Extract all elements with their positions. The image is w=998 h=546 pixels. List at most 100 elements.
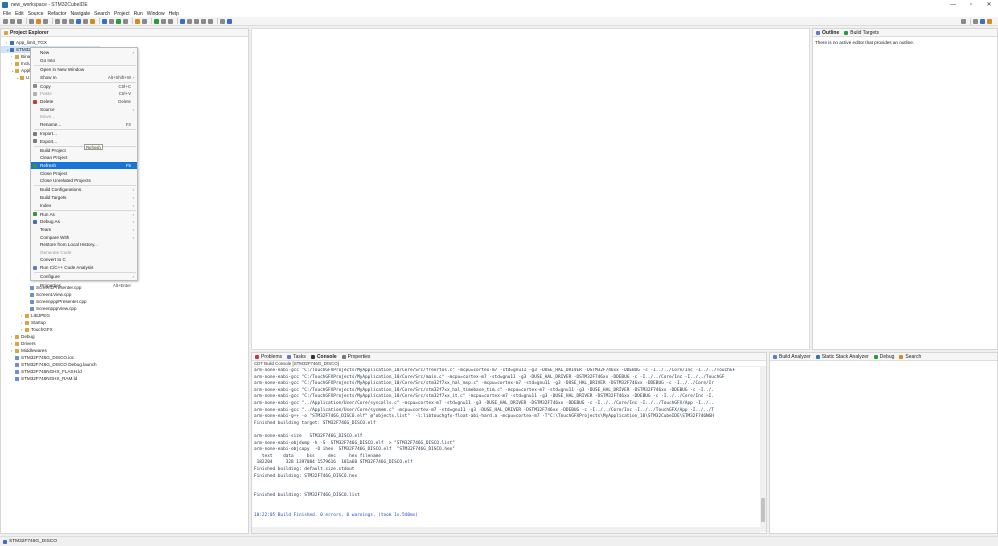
print-icon[interactable]	[43, 18, 48, 24]
perspective-icon[interactable]	[180, 18, 185, 24]
code-gen-icon[interactable]	[90, 18, 95, 24]
tree-item[interactable]: STM32F746NGHX_RAM.ld	[1, 375, 77, 382]
menu-item-team[interactable]: Team ›	[31, 226, 137, 234]
tab-search[interactable]: Search	[899, 354, 921, 360]
console-scroll-thumb[interactable]	[761, 498, 765, 522]
tree-item[interactable]: STM32F746G_DISCO Debug.launch	[1, 361, 97, 368]
close-window-button[interactable]: ✕	[980, 0, 998, 10]
back-icon[interactable]	[201, 18, 206, 24]
menu-help[interactable]: Help	[169, 11, 179, 17]
menu-item-build-configurations[interactable]: Build Configurations ›	[31, 186, 137, 194]
console-output[interactable]: arm-none-eabi-gcc "C:/TouchGFXProjects/M…	[254, 368, 762, 523]
tab-project-explorer[interactable]: Project Explorer	[4, 30, 49, 36]
tree-item[interactable]: › Startup	[1, 319, 46, 326]
tab-console[interactable]: Console	[310, 354, 337, 360]
tree-item[interactable]: › Drivers	[1, 340, 36, 347]
menu-file[interactable]: File	[3, 11, 11, 17]
device-config-icon[interactable]	[76, 18, 81, 24]
save-all-icon[interactable]	[17, 18, 22, 24]
tab-tasks[interactable]: Tasks	[287, 354, 306, 360]
tree-item[interactable]: › Inclu	[1, 60, 31, 67]
menu-item-close-project[interactable]: Close Project	[31, 169, 137, 177]
tab-static-stack-analyzer[interactable]: Static Stack Analyzer	[815, 354, 869, 360]
tab-build-targets[interactable]: Build Targets	[844, 30, 879, 36]
menu-window[interactable]: Window	[147, 11, 165, 17]
chip-icon[interactable]	[83, 18, 88, 24]
tree-item[interactable]: STM32F746NGHX_FLASH.ld	[1, 368, 82, 375]
menu-item-build-targets[interactable]: Build Targets ›	[31, 194, 137, 202]
menu-item-copy[interactable]: Copy Ctrl+C	[31, 83, 137, 91]
external-tools-icon[interactable]	[135, 18, 140, 24]
menu-navigate[interactable]: Navigate	[70, 11, 90, 17]
terminal-icon[interactable]	[220, 18, 225, 24]
menu-item-close-unrelated-projects[interactable]: Close Unrelated Projects	[31, 177, 137, 185]
menu-refactor[interactable]: Refactor	[48, 11, 67, 17]
tree-item[interactable]: › Middlewares	[1, 347, 47, 354]
run-dropdown-icon[interactable]	[123, 18, 128, 24]
tree-item[interactable]: ⌄ Appl	[1, 67, 30, 74]
minimize-button[interactable]: —	[944, 0, 962, 10]
menu-source[interactable]: Source	[28, 11, 44, 17]
hammer-icon[interactable]	[36, 18, 41, 24]
menu-item-import[interactable]: Import...	[31, 130, 137, 138]
menu-item-configure[interactable]: Configure ›	[31, 273, 137, 281]
tab-debug[interactable]: Debug	[873, 354, 894, 360]
console-horizontal-scrollbar[interactable]	[252, 527, 760, 533]
debug-dropdown-icon[interactable]	[109, 18, 114, 24]
menu-item-index[interactable]: Index ›	[31, 201, 137, 209]
tree-item[interactable]: › Debug	[1, 333, 35, 340]
tree-item[interactable]: › App_limit_TGX	[1, 39, 47, 46]
menu-item-properties[interactable]: Properties Alt+Enter	[31, 282, 137, 290]
tree-item[interactable]: ScreenpppPresenter.cpp	[1, 298, 87, 305]
tree-item[interactable]: › Bina	[1, 53, 30, 60]
menu-item-go-into[interactable]: Go Into	[31, 57, 137, 65]
menu-edit[interactable]: Edit	[15, 11, 24, 17]
menu-item-restore-from-local-history[interactable]: Restore from Local History...	[31, 241, 137, 249]
prev-edit-icon[interactable]	[187, 18, 192, 24]
menu-item-rename[interactable]: Rename... F2	[31, 121, 137, 129]
tab-build-analyzer[interactable]: Build Analyzer	[773, 354, 811, 360]
info-icon[interactable]	[227, 18, 232, 24]
search-tool-icon[interactable]	[142, 18, 147, 24]
tab-problems[interactable]: Problems	[255, 354, 282, 360]
menu-item-delete[interactable]: Delete Delete	[31, 98, 137, 106]
tab-properties[interactable]: Properties	[341, 354, 370, 360]
stop-icon[interactable]	[161, 18, 166, 24]
paste-icon[interactable]	[69, 18, 74, 24]
menu-item-compare-with[interactable]: Compare With ›	[31, 233, 137, 241]
perspective-cpp-icon[interactable]	[980, 19, 985, 24]
menu-item-new[interactable]: New ›	[31, 49, 137, 57]
debug-icon[interactable]	[102, 18, 107, 24]
menu-item-run-c-c-code-analysis[interactable]: Run C/C++ Code Analysis	[31, 264, 137, 272]
cut-icon[interactable]	[55, 18, 60, 24]
tab-outline[interactable]: Outline	[816, 30, 839, 36]
perspective-open-icon[interactable]	[973, 19, 978, 24]
tree-item[interactable]: › LIBJPEG	[1, 312, 50, 319]
tree-item[interactable]: ScreenpppView.cpp	[1, 305, 77, 312]
search-icon[interactable]	[961, 19, 966, 24]
perspective-debug-icon[interactable]	[987, 19, 992, 24]
save-icon[interactable]	[10, 18, 15, 24]
menu-item-show-in[interactable]: Show In Alt+Shift+W ›	[31, 73, 137, 81]
menu-item-convert-to-c[interactable]: Convert to C	[31, 256, 137, 264]
run-icon[interactable]	[116, 18, 121, 24]
build-icon[interactable]	[29, 18, 34, 24]
new-icon[interactable]	[3, 18, 8, 24]
menu-item-open-in-new-window[interactable]: Open in New Window	[31, 66, 137, 74]
tree-item[interactable]: ⌄ U	[1, 74, 29, 81]
forward-icon[interactable]	[208, 18, 213, 24]
menu-project[interactable]: Project	[114, 11, 130, 17]
maximize-button[interactable]: ▫	[962, 0, 980, 10]
menu-item-debug-as[interactable]: Debug As ›	[31, 218, 137, 226]
next-edit-icon[interactable]	[194, 18, 199, 24]
tree-item[interactable]: Screen1View.cpp	[1, 291, 71, 298]
tree-item[interactable]: › TouchGFX	[1, 326, 53, 333]
menu-item-refresh[interactable]: Refresh F5	[31, 161, 137, 170]
menu-item-source[interactable]: Source ›	[31, 105, 137, 113]
menu-search[interactable]: Search	[94, 11, 110, 17]
menu-run[interactable]: Run	[134, 11, 143, 17]
tree-item[interactable]: STM32F746G_DISCO.ioc	[1, 354, 74, 361]
step-icon[interactable]	[168, 18, 173, 24]
menu-item-run-as[interactable]: Run As ›	[31, 211, 137, 219]
play-icon[interactable]	[154, 18, 159, 24]
